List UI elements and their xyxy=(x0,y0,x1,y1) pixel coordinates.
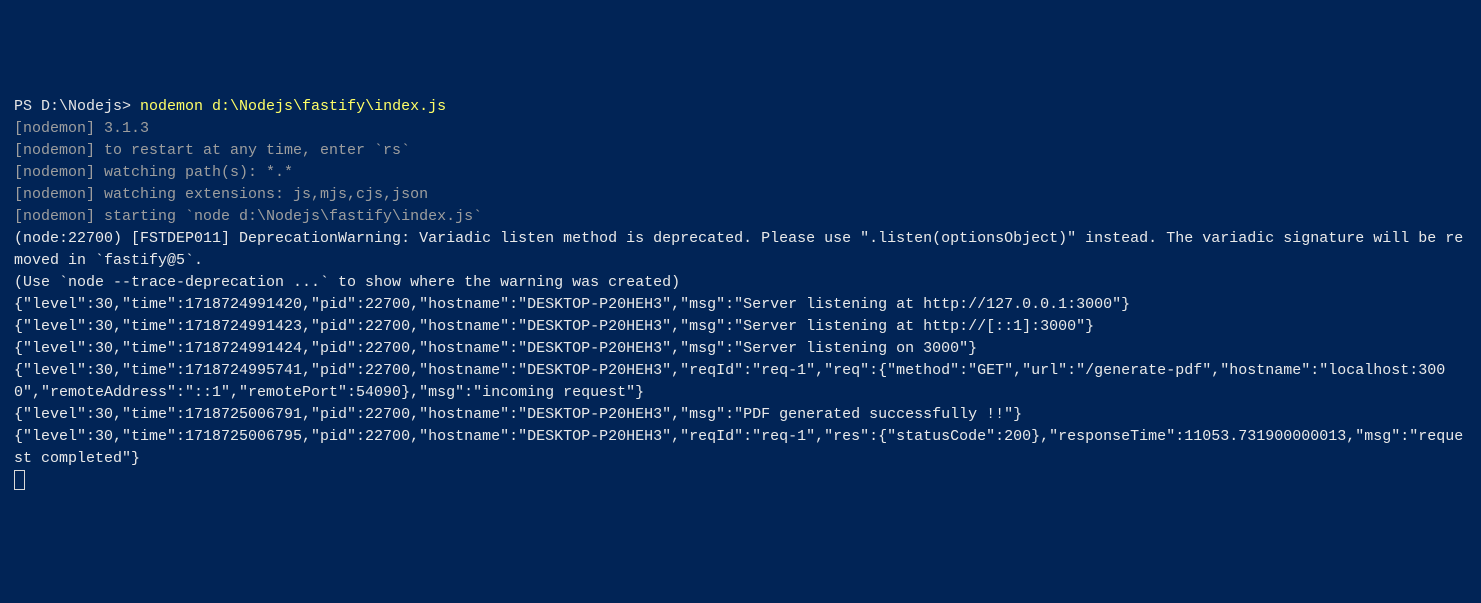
nodemon-line-restart: [nodemon] to restart at any time, enter … xyxy=(14,142,410,159)
cursor-icon xyxy=(14,470,25,490)
output-trace-hint: (Use `node --trace-deprecation ...` to s… xyxy=(14,274,680,291)
nodemon-line-paths: [nodemon] watching path(s): *.* xyxy=(14,164,293,181)
output-log-line: {"level":30,"time":1718724991424,"pid":2… xyxy=(14,340,977,357)
nodemon-line-version: [nodemon] 3.1.3 xyxy=(14,120,149,137)
output-deprecation: (node:22700) [FSTDEP011] DeprecationWarn… xyxy=(14,230,1463,269)
output-log-line: {"level":30,"time":1718724991423,"pid":2… xyxy=(14,318,1094,335)
output-log-line: {"level":30,"time":1718724991420,"pid":2… xyxy=(14,296,1130,313)
prompt-command: nodemon d:\Nodejs\fastify\index.js xyxy=(140,98,446,115)
output-log-line: {"level":30,"time":1718724995741,"pid":2… xyxy=(14,362,1445,401)
nodemon-line-ext: [nodemon] watching extensions: js,mjs,cj… xyxy=(14,186,428,203)
nodemon-line-start: [nodemon] starting `node d:\Nodejs\fasti… xyxy=(14,208,482,225)
output-log-line: {"level":30,"time":1718725006795,"pid":2… xyxy=(14,428,1463,467)
terminal[interactable]: PS D:\Nodejs> nodemon d:\Nodejs\fastify\… xyxy=(0,88,1481,495)
prompt-path: PS D:\Nodejs> xyxy=(14,98,140,115)
output-log-line: {"level":30,"time":1718725006791,"pid":2… xyxy=(14,406,1022,423)
